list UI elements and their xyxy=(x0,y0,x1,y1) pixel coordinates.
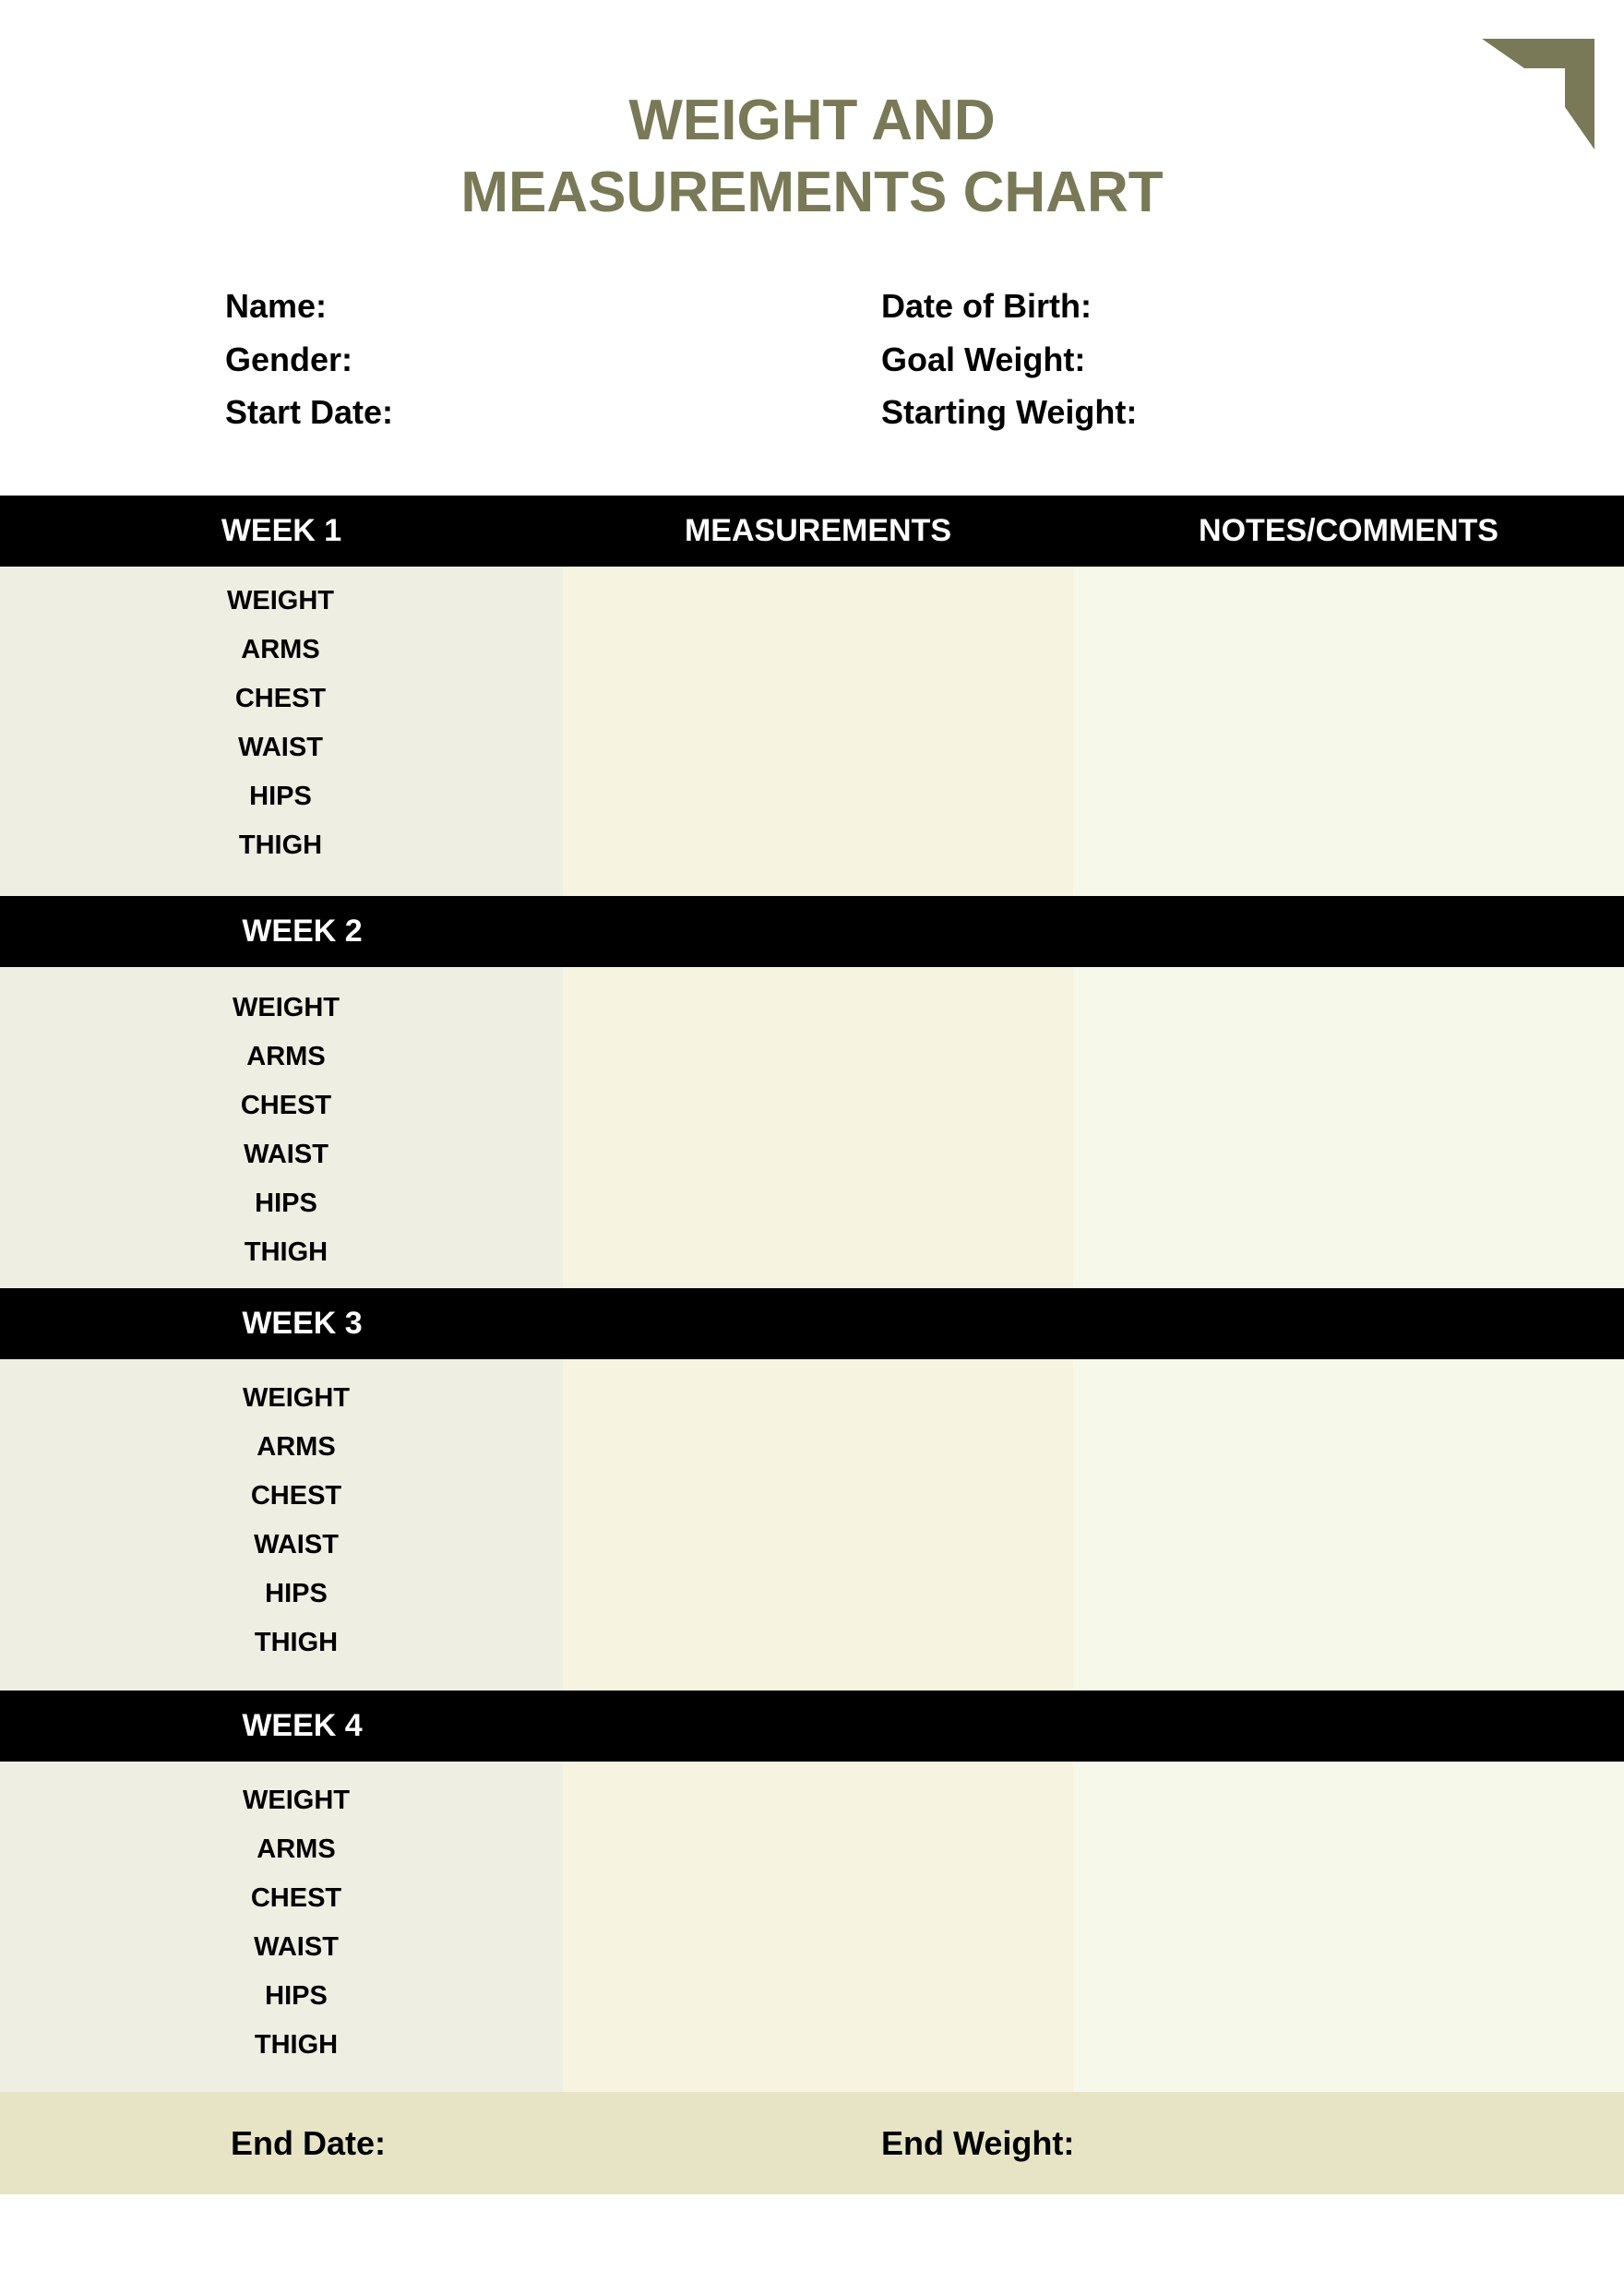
end-weight-label[interactable]: End Weight: xyxy=(881,2092,1074,2194)
row-label-arms: ARMS xyxy=(257,1432,336,1462)
row-label-arms: ARMS xyxy=(241,635,320,664)
week-3-measurements-cell[interactable] xyxy=(563,1359,1073,1691)
week-3-header: WEEK 3 xyxy=(242,1306,363,1341)
row-label-chest: CHEST xyxy=(250,1481,342,1511)
row-label-weight: WEIGHT xyxy=(233,993,340,1022)
week-3-bar: WEEK 3 xyxy=(0,1288,1624,1359)
week-2-measurements-cell[interactable] xyxy=(563,967,1073,1288)
row-label-waist: WAIST xyxy=(254,1932,339,1962)
row-label-chest: CHEST xyxy=(240,1091,332,1120)
week-1-section: WEIGHT ARMS CHEST WAIST HIPS THIGH xyxy=(0,567,1624,896)
row-label-weight: WEIGHT xyxy=(227,586,334,615)
row-label-arms: ARMS xyxy=(257,1834,336,1864)
week-4-notes-cell[interactable] xyxy=(1073,1762,1624,2092)
end-summary-band: End Date: End Weight: xyxy=(0,2092,1624,2194)
row-label-hips: HIPS xyxy=(249,782,312,811)
table-header-bar: WEEK 1 MEASUREMENTS NOTES/COMMENTS xyxy=(0,496,1624,567)
row-label-weight: WEIGHT xyxy=(243,1786,350,1815)
week-2-header: WEEK 2 xyxy=(242,914,363,949)
week-3-label-column: WEIGHT ARMS CHEST WAIST HIPS THIGH xyxy=(0,1359,563,1691)
week-4-label-column: WEIGHT ARMS CHEST WAIST HIPS THIGH xyxy=(0,1762,563,2092)
row-label-hips: HIPS xyxy=(255,1189,317,1218)
row-label-weight: WEIGHT xyxy=(243,1383,350,1413)
week-4-measurements-cell[interactable] xyxy=(563,1762,1073,2092)
name-field-label[interactable]: Name: xyxy=(225,286,327,327)
week-4-header: WEEK 4 xyxy=(242,1708,363,1743)
row-label-waist: WAIST xyxy=(244,1140,328,1169)
row-label-thigh: THIGH xyxy=(244,1237,328,1267)
week-1-label-column: WEIGHT ARMS CHEST WAIST HIPS THIGH xyxy=(0,567,563,896)
notes-comments-header: NOTES/COMMENTS xyxy=(1199,513,1499,548)
gender-field-label[interactable]: Gender: xyxy=(225,340,352,380)
measurements-header: MEASUREMENTS xyxy=(684,513,952,548)
row-label-chest: CHEST xyxy=(234,684,327,713)
title-line-1: WEIGHT AND xyxy=(628,89,996,152)
week-4-section: WEIGHT ARMS CHEST WAIST HIPS THIGH xyxy=(0,1762,1624,2092)
week-2-label-column: WEIGHT ARMS CHEST WAIST HIPS THIGH xyxy=(0,967,563,1288)
row-label-waist: WAIST xyxy=(254,1530,339,1559)
row-label-thigh: THIGH xyxy=(238,830,323,860)
week-1-header: WEEK 1 xyxy=(221,513,342,548)
row-label-waist: WAIST xyxy=(238,733,323,762)
row-label-hips: HIPS xyxy=(265,1579,328,1608)
starting-weight-field-label[interactable]: Starting Weight: xyxy=(881,392,1137,433)
week-3-notes-cell[interactable] xyxy=(1073,1359,1624,1691)
week-2-bar: WEEK 2 xyxy=(0,896,1624,967)
row-label-chest: CHEST xyxy=(250,1883,342,1913)
week-1-measurements-cell[interactable] xyxy=(563,567,1073,896)
week-2-section: WEIGHT ARMS CHEST WAIST HIPS THIGH xyxy=(0,967,1624,1288)
row-label-thigh: THIGH xyxy=(254,2030,339,2060)
title-line-2: MEASUREMENTS CHART xyxy=(460,161,1164,224)
goal-weight-field-label[interactable]: Goal Weight: xyxy=(881,340,1085,380)
dob-field-label[interactable]: Date of Birth: xyxy=(881,286,1092,327)
row-label-hips: HIPS xyxy=(265,1981,328,2011)
start-date-field-label[interactable]: Start Date: xyxy=(225,392,393,433)
row-label-arms: ARMS xyxy=(246,1042,326,1071)
end-date-label[interactable]: End Date: xyxy=(231,2092,386,2194)
week-2-notes-cell[interactable] xyxy=(1073,967,1624,1288)
row-label-thigh: THIGH xyxy=(254,1628,339,1657)
week-1-notes-cell[interactable] xyxy=(1073,567,1624,896)
week-3-section: WEIGHT ARMS CHEST WAIST HIPS THIGH xyxy=(0,1359,1624,1691)
week-4-bar: WEEK 4 xyxy=(0,1691,1624,1762)
